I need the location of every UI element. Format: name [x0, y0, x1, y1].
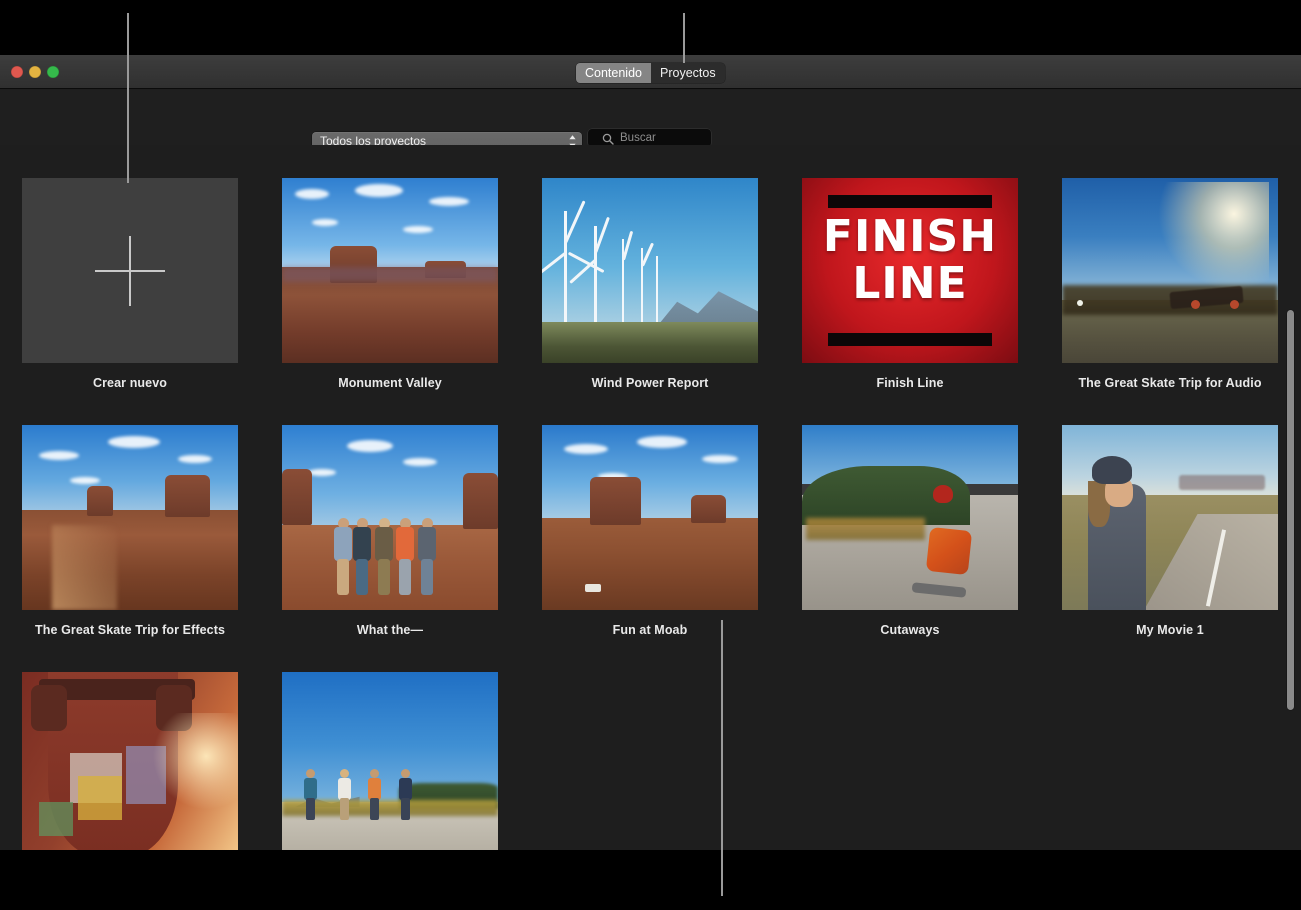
project-tile-wind-power-report[interactable]: Wind Power Report [520, 178, 780, 390]
imovie-window: Contenido Proyectos Todos los proyectos [0, 55, 1301, 850]
grid-row: The Great Skate Trip for Effects [0, 425, 1301, 637]
project-tile-label: Wind Power Report [592, 376, 709, 390]
project-tile-what-the[interactable]: What the— [260, 425, 520, 637]
grid-row: Crear nuevo Monumen [0, 178, 1301, 390]
project-tile-label: Fun at Moab [613, 623, 688, 637]
screenshot-root: Contenido Proyectos Todos los proyectos [0, 0, 1301, 910]
minimize-window-button[interactable] [29, 66, 41, 78]
zoom-window-button[interactable] [47, 66, 59, 78]
project-thumbnail[interactable] [22, 425, 238, 610]
view-mode-segmented-control[interactable]: Contenido Proyectos [576, 63, 725, 83]
project-tile-skateboard-deck[interactable] [0, 672, 260, 850]
project-thumbnail[interactable] [282, 672, 498, 850]
project-tile-cutaways[interactable]: Cutaways [780, 425, 1040, 637]
grid-row [0, 672, 1301, 850]
close-window-button[interactable] [11, 66, 23, 78]
project-thumbnail[interactable] [282, 178, 498, 363]
callout-line-left [127, 13, 129, 183]
project-tile-my-movie-1[interactable]: My Movie 1 [1040, 425, 1300, 637]
vertical-scrollbar[interactable] [1287, 150, 1298, 840]
project-thumbnail[interactable] [282, 425, 498, 610]
finish-line-card-line1: FINISH [802, 213, 1018, 260]
project-tile-label: Crear nuevo [93, 376, 167, 390]
letterbox-top [0, 0, 1301, 55]
project-thumbnail[interactable] [542, 425, 758, 610]
scrollbar-thumb[interactable] [1287, 310, 1294, 710]
project-tile-label: Cutaways [880, 623, 939, 637]
project-tile-crear-nuevo[interactable]: Crear nuevo [0, 178, 260, 390]
tab-contenido[interactable]: Contenido [576, 63, 651, 83]
letterbox-bottom [0, 850, 1301, 910]
project-tile-label: Finish Line [876, 376, 943, 390]
project-tile-label: What the— [357, 623, 423, 637]
project-tile-label: Monument Valley [338, 376, 442, 390]
project-thumbnail[interactable] [1062, 425, 1278, 610]
window-titlebar: Contenido Proyectos [0, 55, 1301, 89]
callout-line-bottom [721, 620, 723, 896]
project-tile-great-skate-trip-audio[interactable]: The Great Skate Trip for Audio [1040, 178, 1300, 390]
callout-line-tab [683, 13, 685, 63]
project-tile-monument-valley[interactable]: Monument Valley [260, 178, 520, 390]
projects-scroll-area[interactable]: Crear nuevo Monumen [0, 145, 1301, 850]
project-thumbnail[interactable]: FINISH LINE [802, 178, 1018, 363]
project-tile-great-skate-trip-effects[interactable]: The Great Skate Trip for Effects [0, 425, 260, 637]
project-thumbnail[interactable] [542, 178, 758, 363]
project-tile-walking-group[interactable] [260, 672, 520, 850]
create-new-thumbnail[interactable] [22, 178, 238, 363]
project-thumbnail[interactable] [1062, 178, 1278, 363]
project-tile-label: My Movie 1 [1136, 623, 1204, 637]
project-thumbnail[interactable] [802, 425, 1018, 610]
finish-line-card-line2: LINE [802, 260, 1018, 307]
tab-proyectos[interactable]: Proyectos [651, 63, 725, 83]
plus-icon [95, 270, 165, 272]
search-icon [602, 132, 614, 144]
project-tile-fun-at-moab[interactable]: Fun at Moab [520, 425, 780, 637]
project-thumbnail[interactable] [22, 672, 238, 850]
search-placeholder: Buscar [620, 130, 656, 146]
project-tile-finish-line[interactable]: FINISH LINE Finish Line [780, 178, 1040, 390]
projects-grid: Crear nuevo Monumen [0, 145, 1301, 850]
project-tile-label: The Great Skate Trip for Effects [35, 623, 225, 637]
project-tile-label: The Great Skate Trip for Audio [1078, 376, 1261, 390]
